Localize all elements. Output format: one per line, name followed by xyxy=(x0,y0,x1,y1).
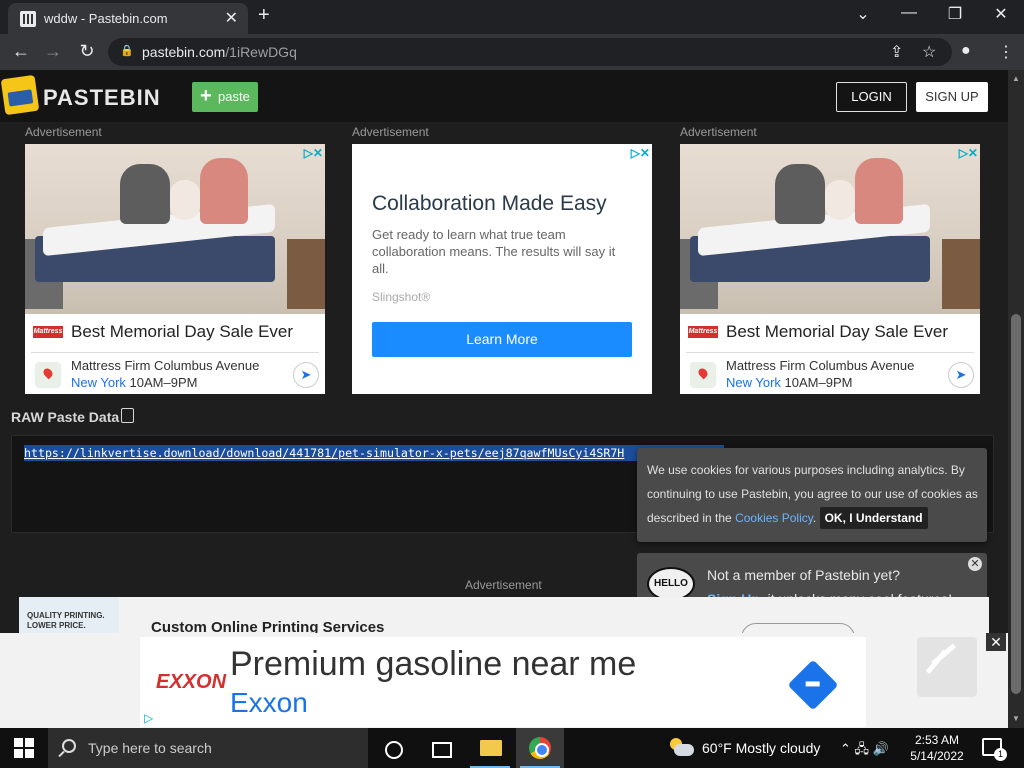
raw-paste-label: RAW Paste Data xyxy=(11,409,120,425)
browser-toolbar: ← → ↻ 🔒 pastebin.com/1iRewDGq ⇪ ☆ ● ⋮ xyxy=(0,34,1024,70)
ad-label: Advertisement xyxy=(680,125,757,139)
directions-icon[interactable]: ➤ xyxy=(293,362,319,388)
task-view-icon[interactable] xyxy=(416,728,464,768)
scroll-up-arrow-icon[interactable]: ▲ xyxy=(1012,74,1020,83)
browser-tab-bar: wddw - Pastebin.com ✕ + ⌄ — ❐ ✕ xyxy=(0,0,1024,34)
directions-icon[interactable]: ➤ xyxy=(948,362,974,388)
new-tab-button[interactable]: + xyxy=(258,4,270,27)
ad-photo xyxy=(680,144,980,314)
ad-sponsor: Slingshot® xyxy=(372,290,431,304)
paste-content-link[interactable]: https://linkvertise.download/download/44… xyxy=(24,445,724,461)
cookie-ok-button[interactable]: OK, I Understand xyxy=(819,507,928,529)
sticky-bottom-ad[interactable]: EXXON Premium gasoline near me Exxon ▷ ✕ xyxy=(0,633,1008,728)
address-bar[interactable]: 🔒 pastebin.com/1iRewDGq xyxy=(108,38,952,66)
ad-label: Advertisement xyxy=(25,125,102,139)
mattress-firm-logo: Mattress Firm xyxy=(33,326,63,347)
store-name: Mattress Firm Columbus Avenue xyxy=(71,358,260,373)
login-button[interactable]: LOGIN xyxy=(836,82,907,112)
restore-button[interactable]: ❐ xyxy=(932,4,978,24)
hello-speech-bubble-icon: HELLO xyxy=(647,567,695,601)
scroll-down-arrow-icon[interactable]: ▼ xyxy=(1012,714,1020,723)
close-window-button[interactable]: ✕ xyxy=(978,4,1024,24)
reload-button[interactable]: ↻ xyxy=(76,41,98,62)
collaboration-ad[interactable]: ▷✕ Collaboration Made Easy Get ready to … xyxy=(352,144,652,394)
lock-icon[interactable]: 🔒 xyxy=(120,44,134,57)
adchoices-icon[interactable]: ▷✕ xyxy=(304,146,323,160)
signup-prompt-title: Not a member of Pastebin yet? xyxy=(707,567,900,583)
adchoices-icon[interactable]: ▷✕ xyxy=(631,146,650,160)
ad-photo xyxy=(25,144,325,314)
menu-dots-icon[interactable]: ⋮ xyxy=(998,42,1014,62)
minimize-button[interactable]: — xyxy=(886,4,932,22)
pastebin-favicon-icon xyxy=(20,11,36,27)
adchoices-icon[interactable]: ▷ xyxy=(144,711,153,725)
close-ad-button[interactable]: ✕ xyxy=(986,633,1006,651)
pastebin-logo-icon[interactable] xyxy=(0,74,40,116)
weather-text[interactable]: 60°F Mostly cloudy xyxy=(702,740,820,756)
file-explorer-icon[interactable] xyxy=(466,728,514,768)
close-prompt-icon[interactable]: ✕ xyxy=(968,557,982,571)
profile-icon[interactable]: ● xyxy=(961,42,971,60)
webpage: PASTEBIN + paste LOGIN SIGN UP Advertise… xyxy=(0,70,1008,728)
ad-subline: Exxon xyxy=(230,687,308,718)
store-name: Mattress Firm Columbus Avenue xyxy=(726,358,915,373)
new-paste-button[interactable]: + paste xyxy=(192,82,258,112)
search-placeholder: Type here to search xyxy=(88,740,212,756)
url-text[interactable]: pastebin.com/1iRewDGq xyxy=(142,44,297,60)
page-scrollbar[interactable]: ▲ ▼ xyxy=(1008,70,1024,728)
ad-headline: Collaboration Made Easy xyxy=(372,192,607,215)
tab-close-icon[interactable]: ✕ xyxy=(225,8,238,28)
browser-tab[interactable]: wddw - Pastebin.com ✕ xyxy=(8,3,248,34)
taskbar-search-box[interactable]: Type here to search xyxy=(48,728,368,768)
copy-icon[interactable] xyxy=(121,408,134,423)
store-hours: New York 10AM–9PM xyxy=(71,375,198,390)
date: 5/14/2022 xyxy=(910,749,964,763)
bookmark-star-icon[interactable]: ☆ xyxy=(922,42,936,62)
directions-arrow-icon[interactable] xyxy=(787,659,839,711)
search-icon xyxy=(62,739,76,753)
back-button[interactable]: ← xyxy=(10,41,32,62)
exxon-ad[interactable]: EXXON Premium gasoline near me Exxon xyxy=(140,637,866,727)
learn-more-button[interactable]: Learn More xyxy=(372,322,632,357)
tab-search-dropdown-icon[interactable]: ⌄ xyxy=(840,4,886,24)
map-pin-icon xyxy=(35,362,61,388)
weather-cloudy-icon[interactable] xyxy=(670,738,694,756)
windows-start-icon[interactable] xyxy=(14,738,34,758)
map-pin-icon xyxy=(690,362,716,388)
plus-icon: + xyxy=(200,85,212,107)
clock[interactable]: 2:53 AM 5/14/2022 xyxy=(905,732,969,764)
ad-label: Advertisement xyxy=(352,125,429,139)
mattress-ad[interactable]: ▷✕ Mattress Firm Best Memorial Day Sale … xyxy=(680,144,980,394)
share-icon[interactable]: ⇪ xyxy=(890,42,903,62)
ad-label: Advertisement xyxy=(465,578,542,592)
forward-button[interactable]: → xyxy=(42,41,64,62)
mattress-ad[interactable]: ▷✕ Mattress Firm Best Memorial Day Sale … xyxy=(25,144,325,394)
notification-icon[interactable]: 1 xyxy=(982,738,1007,761)
system-tray-icons[interactable]: ⌃ 🖧 🔊 xyxy=(840,740,889,762)
chrome-icon[interactable] xyxy=(516,728,564,768)
signup-button[interactable]: SIGN UP xyxy=(916,82,988,112)
cortana-icon[interactable] xyxy=(368,728,416,768)
ad-headline[interactable]: Best Memorial Day Sale Ever xyxy=(71,322,293,342)
time: 2:53 AM xyxy=(914,733,960,747)
mattress-firm-logo: Mattress Firm xyxy=(688,326,718,347)
brand-name[interactable]: PASTEBIN xyxy=(43,85,161,111)
scroll-to-top-button[interactable] xyxy=(917,637,977,697)
store-hours: New York 10AM–9PM xyxy=(726,375,853,390)
exxon-logo: EXXON xyxy=(156,671,227,693)
site-header: PASTEBIN + paste LOGIN SIGN UP xyxy=(0,70,1008,122)
cookies-policy-link[interactable]: Cookies Policy xyxy=(735,511,813,525)
scrollbar-thumb[interactable] xyxy=(1011,314,1021,694)
adchoices-icon[interactable]: ▷✕ xyxy=(959,146,978,160)
tab-title: wddw - Pastebin.com xyxy=(44,11,168,26)
ad-headline: Premium gasoline near me xyxy=(230,645,637,683)
ad-headline[interactable]: Best Memorial Day Sale Ever xyxy=(726,322,948,342)
cookie-text: We use cookies for various purposes incl… xyxy=(647,458,983,530)
ad-body: Get ready to learn what true team collab… xyxy=(372,227,616,276)
windows-taskbar: Type here to search 60°F Mostly cloudy ⌃… xyxy=(0,728,1024,768)
cookie-notice: We use cookies for various purposes incl… xyxy=(637,448,987,542)
